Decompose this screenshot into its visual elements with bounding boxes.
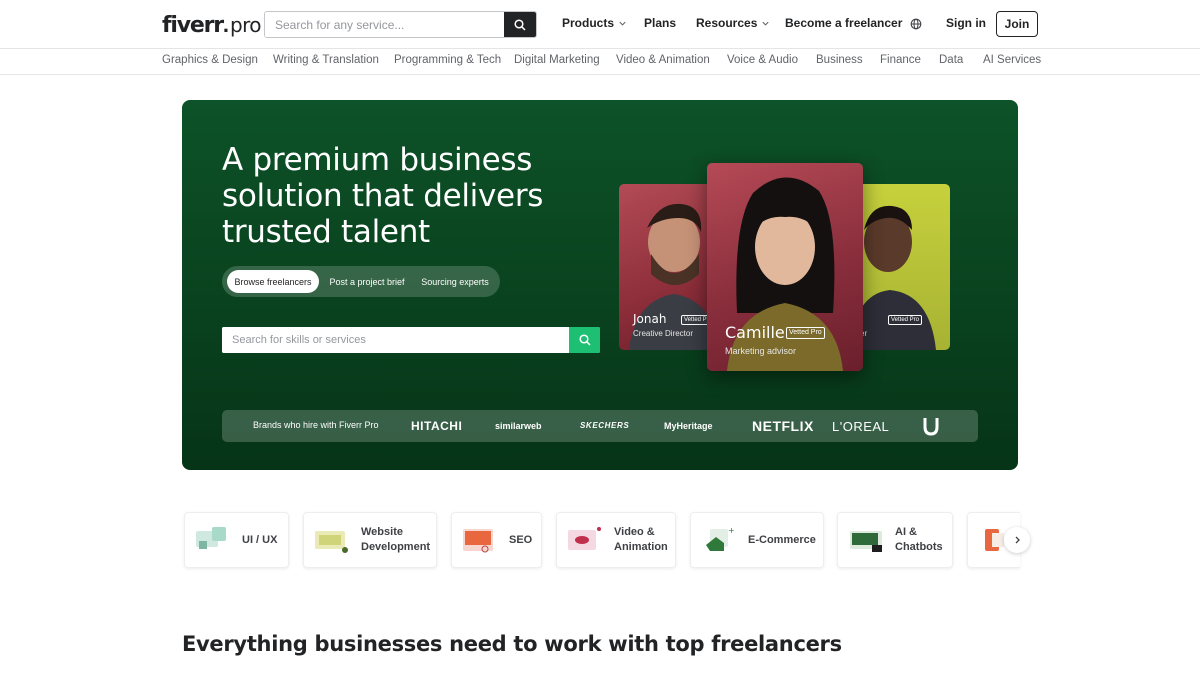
category-video-animation[interactable]: Video & Animation (616, 54, 710, 66)
talent-name: Jonah (633, 312, 667, 326)
brand-logo-skechers: SKECHERS (580, 421, 630, 430)
tab-browse-freelancers[interactable]: Browse freelancers (227, 270, 319, 293)
nav-plans[interactable]: Plans (644, 16, 676, 30)
logo-wordmark: fiverr (162, 13, 224, 38)
ecommerce-icon: + (706, 526, 735, 551)
category-finance[interactable]: Finance (880, 54, 921, 66)
category-menu: Graphics & Design Writing & Translation … (0, 49, 1200, 75)
join-button[interactable]: Join (996, 11, 1038, 37)
chevron-right-icon (1015, 536, 1020, 544)
freelancer-photo (850, 205, 936, 350)
talent-name: Camille (725, 323, 785, 342)
chevron-down-icon (619, 21, 626, 26)
brands-strip: Brands who hire with Fiverr Pro HITACHI … (222, 410, 978, 442)
video-animation-icon (568, 527, 601, 550)
section-title: Everything businesses need to work with … (182, 632, 842, 656)
hero-banner: A premium business solution that deliver… (182, 100, 1018, 470)
chevron-down-icon (762, 21, 769, 26)
service-label: Website Development (361, 526, 431, 553)
nav-resources[interactable]: Resources (696, 16, 770, 30)
vetted-pro-badge: Vetted Pro (786, 327, 825, 339)
service-thumbnail-icon (985, 529, 1004, 551)
service-label: UI / UX (242, 533, 278, 546)
nav-sign-in[interactable]: Sign in (946, 16, 986, 30)
nav-become-freelancer[interactable]: Become a freelancer (785, 16, 902, 30)
service-label: E-Commerce (748, 533, 816, 546)
seo-icon (463, 529, 493, 553)
brand-logo-myheritage: MyHeritage (664, 421, 713, 431)
category-business[interactable]: Business (816, 54, 863, 66)
vetted-pro-badge: Vetted Pro (888, 315, 923, 325)
nav-products[interactable]: Products (562, 16, 627, 30)
brand-logo-netflix: NETFLIX (752, 418, 814, 434)
header-search-input[interactable] (265, 12, 504, 37)
category-digital-marketing[interactable]: Digital Marketing (514, 54, 600, 66)
nav-become-freelancer-label: Become a freelancer (785, 16, 903, 30)
category-voice-audio[interactable]: Voice & Audio (727, 54, 798, 66)
service-tile-ai-chatbots[interactable]: AI & Chatbots (837, 512, 953, 568)
hero-mode-switch: Browse freelancers Post a project brief … (222, 266, 500, 297)
ui-ux-icon (196, 527, 226, 549)
hero-title: A premium business solution that deliver… (222, 142, 544, 250)
carousel-next-button[interactable] (1004, 527, 1030, 553)
brand-logo-loreal: L'OREAL (832, 419, 890, 434)
service-label: SEO (509, 533, 533, 546)
category-data[interactable]: Data (939, 54, 963, 66)
header-search-bar (264, 11, 537, 38)
category-writing-translation[interactable]: Writing & Translation (273, 54, 379, 66)
brand-logo-unilever (923, 418, 939, 436)
service-label: Video & Animation (614, 526, 668, 553)
talent-role: Creative Director (633, 329, 694, 338)
header-search-button[interactable] (504, 12, 536, 37)
search-icon (578, 334, 591, 346)
globe-icon[interactable] (910, 18, 922, 30)
website-development-icon (315, 531, 348, 553)
top-navigation-bar: fiverr.pro Products Plans Resources Beco… (0, 0, 1200, 49)
service-label: AI & Chatbots (895, 526, 943, 553)
nav-sign-in-label: Sign in (946, 16, 986, 30)
tab-sourcing-experts[interactable]: Sourcing experts (415, 270, 495, 293)
service-tile-seo[interactable]: SEO (451, 512, 542, 568)
service-tile-ecommerce[interactable]: + E-Commerce (690, 512, 824, 568)
service-tile-website-development[interactable]: Website Development (303, 512, 437, 568)
talent-card-photographer[interactable]: es Vetted Pro rapher (850, 184, 950, 350)
talent-role: Marketing advisor (725, 346, 797, 356)
logo-dot: . (222, 12, 229, 37)
nav-plans-label: Plans (644, 16, 677, 30)
category-programming-tech[interactable]: Programming & Tech (394, 54, 501, 66)
category-ai-services[interactable]: AI Services (983, 54, 1041, 66)
tab-post-project-brief[interactable]: Post a project brief (323, 270, 411, 293)
ai-chatbots-icon (850, 531, 882, 552)
fiverr-pro-logo[interactable]: fiverr. pro (162, 12, 262, 38)
service-tile-video-animation[interactable]: Video & Animation (556, 512, 676, 568)
brands-label: Brands who hire with Fiverr Pro (253, 420, 379, 430)
category-graphics-design[interactable]: Graphics & Design (162, 54, 258, 66)
brand-logo-similarweb: similarweb (495, 421, 542, 431)
brand-logo-hitachi: HITACHI (411, 419, 463, 433)
hero-search-bar (222, 327, 600, 353)
hero-search-button[interactable] (569, 327, 600, 353)
logo-pro: pro (230, 13, 262, 37)
hero-search-input[interactable] (222, 327, 569, 353)
search-icon (514, 18, 526, 31)
talent-card-camille[interactable]: Camille Vetted Pro Marketing advisor (707, 163, 863, 371)
svg-text:+: + (728, 526, 735, 535)
nav-products-label: Products (562, 16, 615, 30)
talent-card-jonah[interactable]: Jonah Vetted Pro Creative Director (619, 184, 719, 350)
service-tile-ui-ux[interactable]: UI / UX (184, 512, 289, 568)
nav-resources-label: Resources (696, 16, 758, 30)
